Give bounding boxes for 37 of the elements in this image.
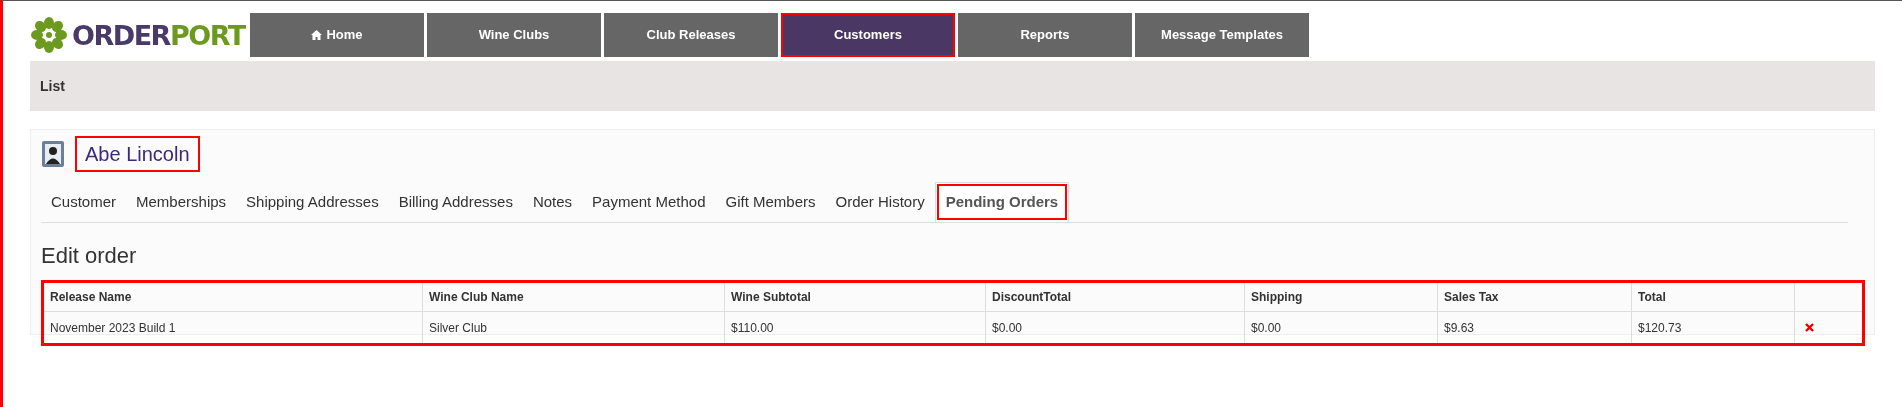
customer-name: Abe Lincoln [75,136,200,172]
table-cell: $110.00 [725,312,986,343]
nav-tab[interactable]: Club Releases [604,13,778,57]
nav-tab[interactable]: Home [250,13,424,57]
customer-tab[interactable]: Payment Method [582,182,716,222]
column-header: Sales Tax [1438,283,1632,311]
customer-tab[interactable]: Customer [41,182,127,222]
nav-tab[interactable]: Customers [781,13,955,57]
column-header: DiscountTotal [986,283,1245,311]
column-header: Total [1632,283,1795,311]
column-header: Wine Subtotal [725,283,986,311]
column-header: Release Name [44,283,423,311]
nav-tab[interactable]: Wine Clubs [427,13,601,57]
logo-text: ORDERPORT [72,21,245,49]
customer-tab[interactable]: Memberships [126,182,237,222]
customer-tab[interactable]: Shipping Addresses [236,182,389,222]
table-cell: $0.00 [986,312,1245,343]
table-cell: November 2023 Build 1 [44,312,423,343]
column-header: Shipping [1245,283,1438,311]
table-cell: $120.73 [1632,312,1795,343]
breadcrumb-text: List [40,76,65,96]
table-cell: $9.63 [1438,312,1632,343]
home-icon [311,30,323,40]
customer-tab[interactable]: Gift Members [715,182,826,222]
table-cell: $0.00 [1245,312,1438,343]
flower-logo-icon [30,16,68,54]
section-title: Edit order [41,242,138,270]
customer-tab[interactable]: Order History [825,182,935,222]
table-cell: Silver Club [423,312,725,343]
contact-card-icon [41,140,65,168]
customer-tab[interactable]: Pending Orders [934,182,1070,222]
column-header: Wine Club Name [423,283,725,311]
customer-tab[interactable]: Notes [522,182,583,222]
customer-tab[interactable]: Billing Addresses [388,182,523,222]
nav-tab[interactable]: Reports [958,13,1132,57]
nav-tab[interactable]: Message Templates [1135,13,1309,57]
delete-icon[interactable] [1805,323,1814,332]
